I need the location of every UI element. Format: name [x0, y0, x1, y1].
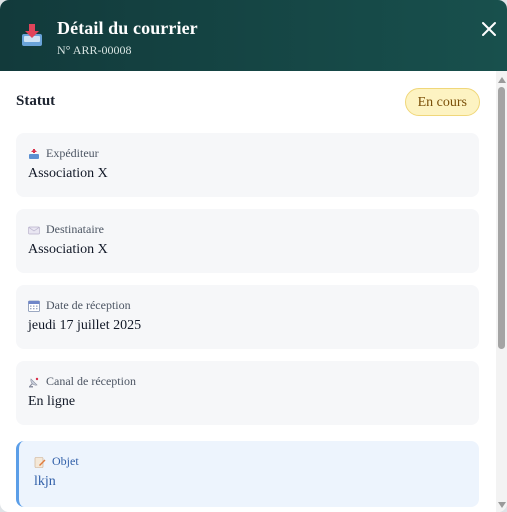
- subject-value: lkjn: [34, 474, 56, 489]
- scroll-thumb[interactable]: [498, 87, 505, 349]
- reception-channel-card: Canal de réception En ligne: [16, 361, 479, 425]
- sender-value: Association X: [28, 166, 108, 181]
- memo-pencil-icon: [34, 456, 46, 468]
- mail-detail-modal: Détail du courrier N° ARR-00008 Statut E…: [0, 0, 507, 512]
- reception-date-card: Date de réception jeudi 17 juillet 2025: [16, 285, 479, 349]
- envelope-icon: [28, 224, 40, 236]
- reception-date-value: jeudi 17 juillet 2025: [28, 318, 142, 333]
- status-label: Statut: [16, 93, 56, 109]
- close-icon: [482, 22, 496, 36]
- recipient-card: Destinataire Association X: [16, 209, 479, 273]
- inbox-tray-icon: [20, 22, 44, 48]
- status-badge: En cours: [404, 88, 480, 116]
- reception-channel-value: En ligne: [28, 394, 76, 409]
- close-button[interactable]: [479, 19, 499, 39]
- reception-date-label: Date de réception: [28, 298, 131, 313]
- status-row: Statut En cours: [16, 87, 480, 117]
- sender-label: Expéditeur: [28, 146, 99, 161]
- subject-label: Objet: [34, 454, 79, 469]
- reception-channel-label: Canal de réception: [28, 374, 136, 389]
- scroll-up-arrow-icon[interactable]: [498, 77, 506, 83]
- calendar-icon: [28, 300, 40, 312]
- outbox-tray-icon: [28, 148, 40, 160]
- recipient-label: Destinataire: [28, 222, 104, 237]
- satellite-antenna-icon: [28, 376, 40, 388]
- vertical-scrollbar[interactable]: [496, 71, 507, 512]
- modal-body: Statut En cours Expéditeur Association X: [0, 71, 496, 512]
- scroll-down-arrow-icon[interactable]: [498, 502, 506, 508]
- modal-title: Détail du courrier: [57, 18, 198, 38]
- modal-header: Détail du courrier N° ARR-00008: [0, 0, 507, 71]
- recipient-value: Association X: [28, 242, 108, 257]
- mail-reference: N° ARR-00008: [57, 43, 132, 57]
- subject-card: Objet lkjn: [16, 441, 479, 507]
- sender-card: Expéditeur Association X: [16, 133, 479, 197]
